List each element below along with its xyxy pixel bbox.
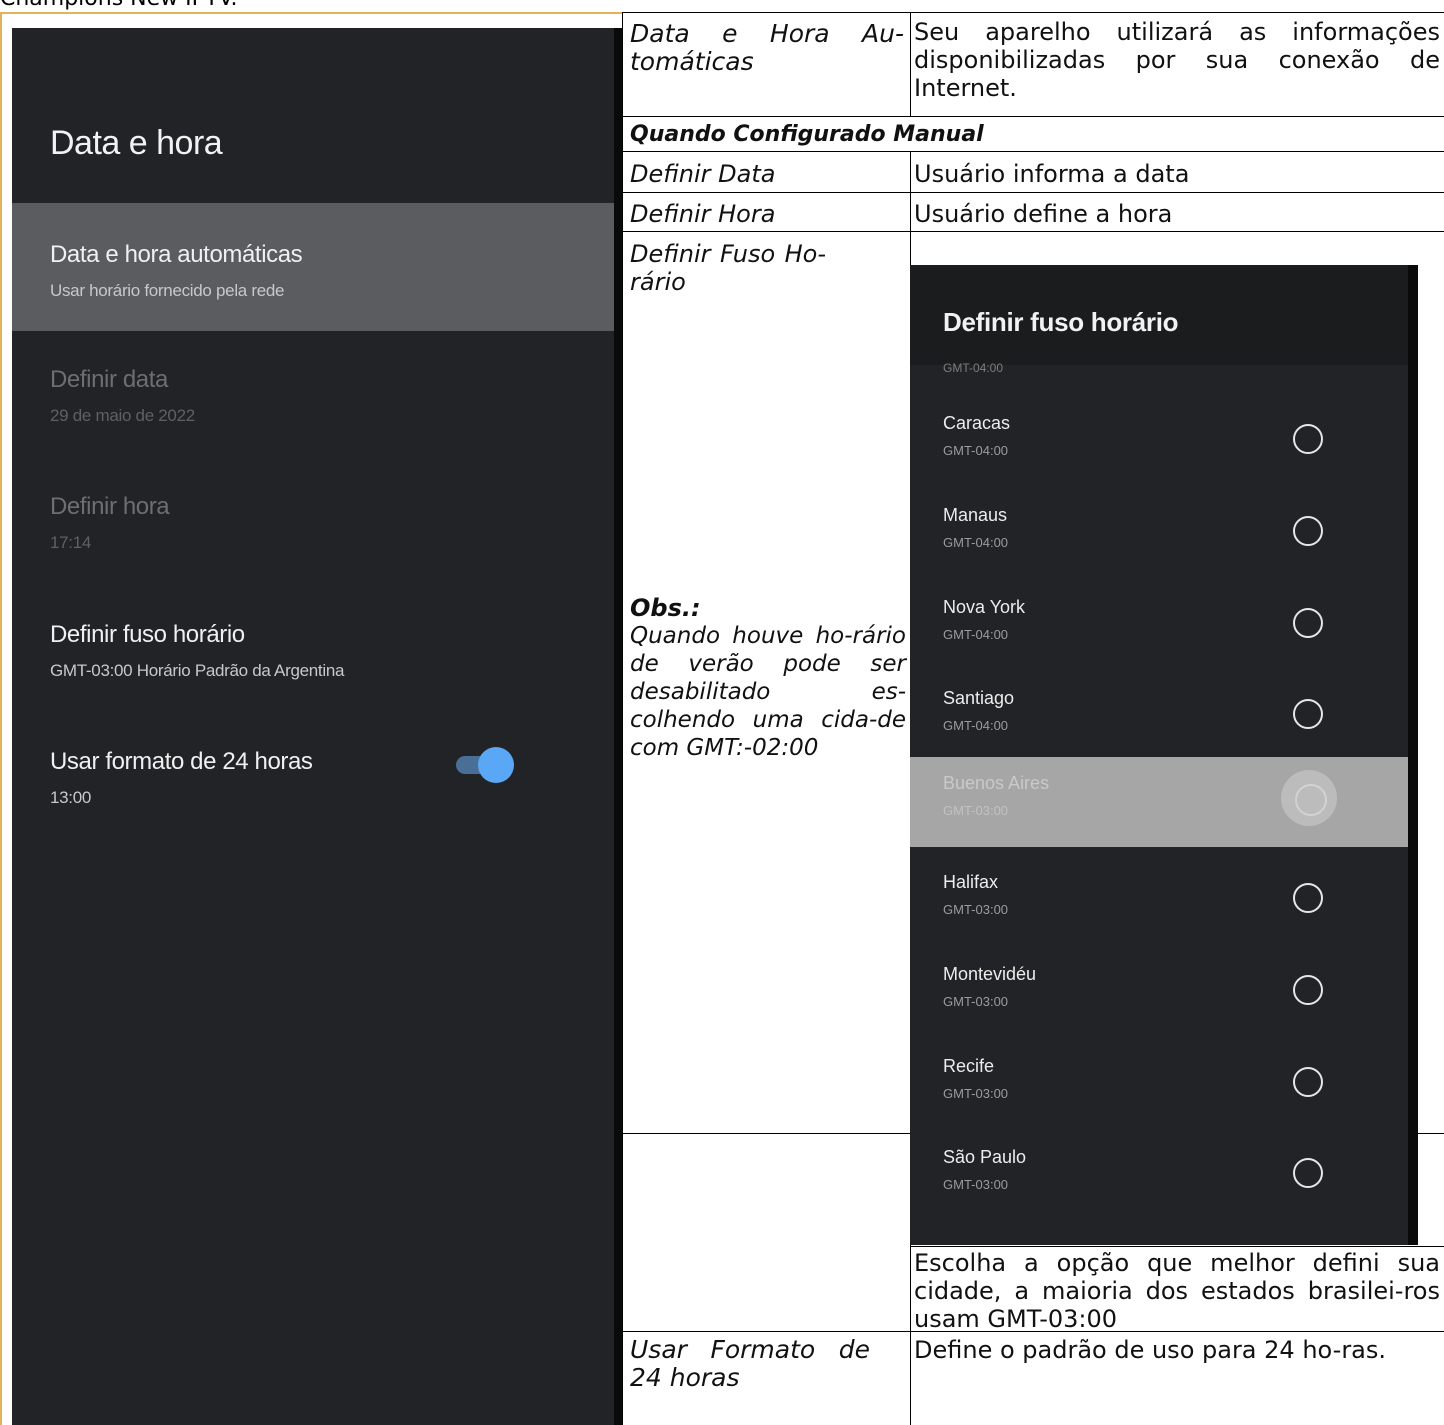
table-rule xyxy=(622,12,623,1425)
setting-time-zone[interactable]: Definir fuso horário GMT-03:00 Horário P… xyxy=(12,618,614,698)
timezone-offset: GMT-04:00 xyxy=(943,718,1009,733)
timezone-option[interactable]: Halifax GMT-03:00 xyxy=(910,856,1408,946)
timezone-city: Nova York xyxy=(943,597,1026,617)
radio-unselected-icon[interactable] xyxy=(1293,516,1323,546)
radio-unselected-icon[interactable] xyxy=(1293,883,1323,913)
page-heading-fragment: Champions New IPTV. xyxy=(0,0,238,12)
radio-unselected-icon[interactable] xyxy=(1293,1158,1323,1188)
setting-title: Data e hora automáticas xyxy=(50,241,303,268)
obs-note: Quando houve ho-rário de verão pode ser … xyxy=(630,623,906,761)
row-description: Usuário informa a data xyxy=(914,160,1190,188)
row-description: Escolha a opção que melhor defini sua ci… xyxy=(914,1249,1440,1333)
timezone-option[interactable]: São Paulo GMT-03:00 xyxy=(910,1131,1408,1221)
timezone-option[interactable]: Recife GMT-03:00 xyxy=(910,1040,1408,1130)
timezone-city: Buenos Aires xyxy=(943,773,1050,793)
radio-unselected-icon[interactable] xyxy=(1293,975,1323,1005)
setting-subtitle: 29 de maio de 2022 xyxy=(50,406,195,425)
setting-subtitle: GMT-03:00 Horário Padrão da Argentina xyxy=(50,661,345,680)
setting-subtitle: 13:00 xyxy=(50,788,92,807)
timezone-offset: GMT-03:00 xyxy=(943,803,1009,818)
setting-set-time[interactable]: Definir hora 17:14 xyxy=(12,490,614,570)
timezone-offset: GMT-04:00 xyxy=(943,443,1009,458)
table-rule xyxy=(910,12,911,117)
section-header: Quando Configurado Manual xyxy=(630,122,984,147)
timezone-option[interactable]: Manaus GMT-04:00 xyxy=(910,489,1408,579)
table-rule xyxy=(910,1246,1444,1247)
row-description: Usuário define a hora xyxy=(914,200,1173,228)
timezone-offset: GMT-03:00 xyxy=(943,1086,1009,1101)
timezone-city: Recife xyxy=(943,1056,995,1076)
setting-set-date[interactable]: Definir data 29 de maio de 2022 xyxy=(12,363,614,443)
table-rule xyxy=(622,12,1444,13)
screen-edge xyxy=(1408,265,1418,1245)
radio-unselected-icon[interactable] xyxy=(1293,699,1323,729)
timezone-city: Montevidéu xyxy=(943,964,1037,984)
timezone-offset: GMT-04:00 xyxy=(943,535,1009,550)
row-label: Definir Data xyxy=(630,160,776,188)
timezone-option[interactable]: Caracas GMT-04:00 xyxy=(910,397,1408,487)
setting-subtitle: Usar horário fornecido pela rede xyxy=(50,281,285,300)
table-rule xyxy=(622,151,1444,152)
row-label: Definir Hora xyxy=(630,200,776,228)
timezone-option-selected[interactable]: Buenos Aires GMT-03:00 xyxy=(910,757,1408,847)
row-label: Usar Formato de 24 horas xyxy=(630,1335,870,1392)
radio-unselected-icon[interactable] xyxy=(1293,608,1323,638)
row-description: Seu aparelho utilizará as informações di… xyxy=(914,18,1440,102)
table-rule xyxy=(622,116,1444,117)
radio-unselected-icon[interactable] xyxy=(1293,1067,1323,1097)
timezone-option[interactable]: Santiago GMT-04:00 xyxy=(910,672,1408,762)
setting-auto-date-time[interactable]: Data e hora automáticas Usar horário for… xyxy=(12,203,614,331)
timezone-option[interactable]: Montevidéu GMT-03:00 xyxy=(910,948,1408,1038)
toggle-knob xyxy=(478,747,514,783)
setting-title: Definir hora xyxy=(50,493,170,520)
setting-title: Definir fuso horário xyxy=(50,621,245,648)
timezone-city: Caracas xyxy=(943,413,1011,433)
timezone-city: Manaus xyxy=(943,505,1008,525)
row-label: Data e Hora Au-tomáticas xyxy=(630,19,904,76)
timezone-peek-row: GMT-04:00 xyxy=(943,361,1004,375)
timezone-offset: GMT-03:00 xyxy=(943,994,1009,1009)
setting-title: Usar formato de 24 horas xyxy=(50,748,313,775)
timezone-option[interactable]: Nova York GMT-04:00 xyxy=(910,581,1408,671)
timezone-offset: GMT-04:00 xyxy=(943,627,1009,642)
setting-24h-format[interactable]: Usar formato de 24 horas 13:00 xyxy=(12,745,614,825)
timezone-city: Halifax xyxy=(943,872,999,892)
table-rule xyxy=(622,192,1444,193)
radio-unselected-icon[interactable] xyxy=(1293,424,1323,454)
setting-subtitle: 17:14 xyxy=(50,533,92,552)
screen-edge xyxy=(614,28,622,1425)
row-label: Definir Fuso Ho-rário xyxy=(630,240,826,296)
timezone-offset: GMT-03:00 xyxy=(943,902,1009,917)
timezone-picker-screenshot: Definir fuso horário GMT-04:00 Caracas G… xyxy=(910,265,1418,1245)
setting-title: Definir data xyxy=(50,366,168,393)
timezone-city: São Paulo xyxy=(943,1147,1027,1167)
24h-format-toggle[interactable] xyxy=(454,745,514,785)
timezone-offset: GMT-03:00 xyxy=(943,1177,1009,1192)
obs-label: Obs.: xyxy=(630,594,701,622)
timezone-city: Santiago xyxy=(943,688,1015,708)
table-rule xyxy=(622,231,1444,232)
timezone-picker-title: Definir fuso horário xyxy=(943,307,1179,337)
settings-title: Data e hora xyxy=(50,124,223,162)
radio-selected-icon[interactable] xyxy=(1281,770,1337,826)
row-description: Define o padrão de uso para 24 ho-ras. xyxy=(914,1336,1387,1364)
tv-settings-screen: Data e hora Data e hora automáticas Usar… xyxy=(12,28,622,1425)
timezone-picker-header: Definir fuso horário xyxy=(910,265,1408,365)
